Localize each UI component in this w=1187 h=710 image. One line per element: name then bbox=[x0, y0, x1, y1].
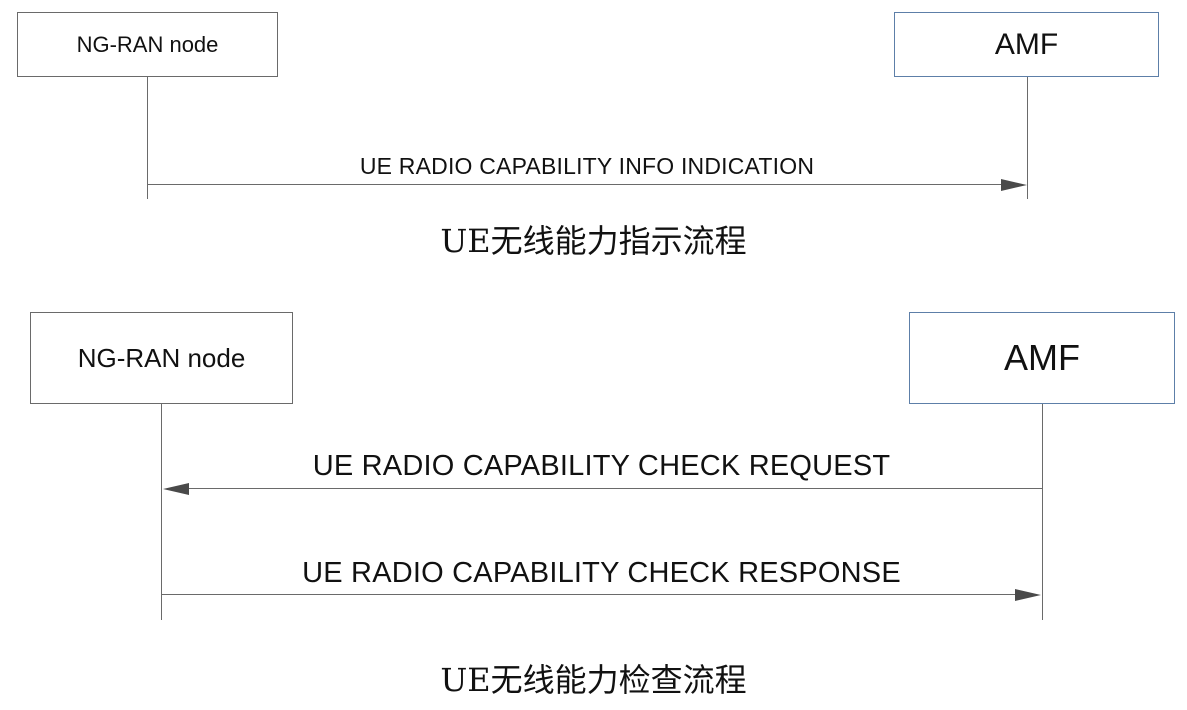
message-arrow-line bbox=[148, 184, 1003, 185]
message-label: UE RADIO CAPABILITY INFO INDICATION bbox=[359, 153, 815, 179]
diagram-caption: UE无线能力检查流程 bbox=[440, 661, 747, 699]
amf-box: AMF bbox=[894, 12, 1159, 77]
amf-label: AMF bbox=[1004, 337, 1080, 378]
message-arrow-line bbox=[188, 488, 1042, 489]
ngran-node-label: NG-RAN node bbox=[77, 342, 246, 373]
arrowhead-right bbox=[1015, 589, 1041, 601]
amf-box: AMF bbox=[909, 312, 1175, 404]
diagram-caption: UE无线能力指示流程 bbox=[440, 222, 747, 260]
ngran-node-box: NG-RAN node bbox=[30, 312, 293, 404]
amf-label: AMF bbox=[994, 27, 1059, 61]
message-label: UE RADIO CAPABILITY CHECK REQUEST bbox=[312, 450, 891, 482]
diagram-canvas: NG-RAN node AMF UE RADIO CAPABILITY INFO… bbox=[0, 0, 1187, 710]
ngran-node-box: NG-RAN node bbox=[17, 12, 278, 77]
message-arrow-line bbox=[162, 594, 1017, 595]
amf-lifeline bbox=[1027, 77, 1028, 199]
message-label: UE RADIO CAPABILITY CHECK RESPONSE bbox=[302, 557, 901, 589]
amf-lifeline bbox=[1042, 404, 1043, 620]
ngran-lifeline bbox=[147, 77, 148, 199]
ngran-node-label: NG-RAN node bbox=[76, 31, 219, 57]
arrowhead-right bbox=[1001, 179, 1027, 191]
arrowhead-left bbox=[163, 483, 189, 495]
